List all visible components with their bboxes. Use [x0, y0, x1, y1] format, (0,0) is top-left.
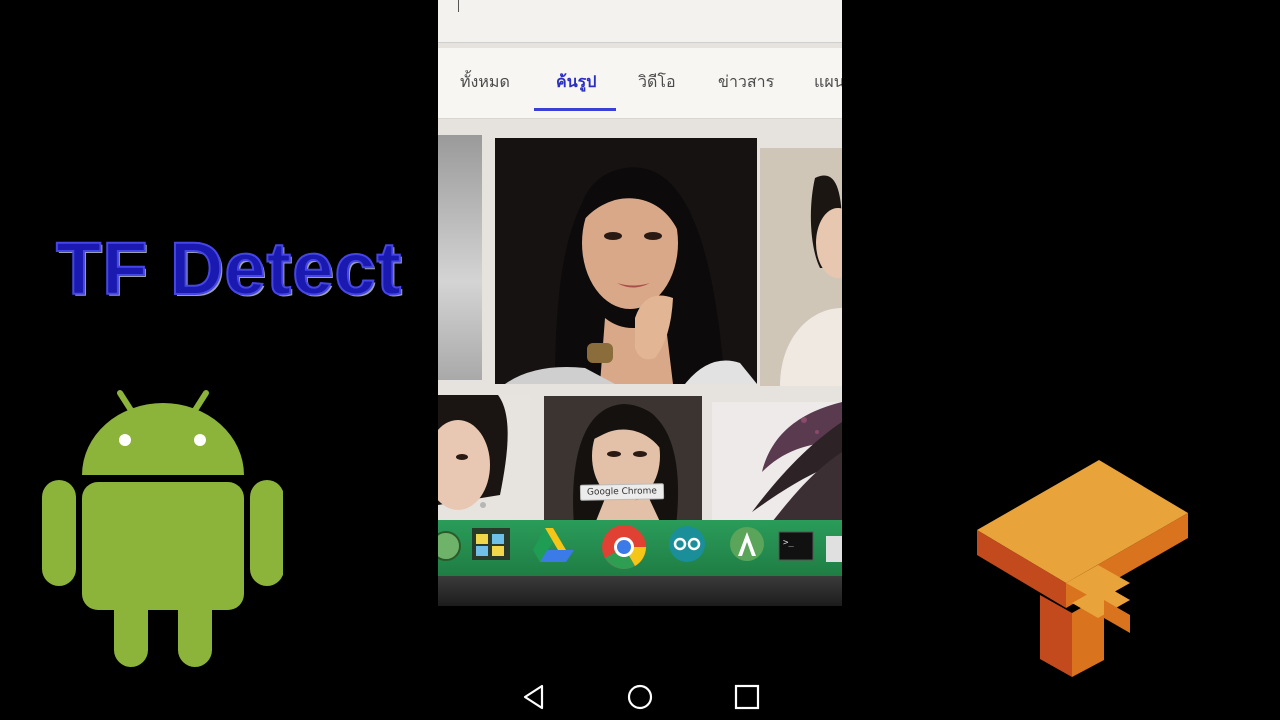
- tab-images[interactable]: ค้นรูป: [556, 70, 596, 95]
- dock-tooltip: Google Chrome: [579, 483, 665, 501]
- stickies-icon[interactable]: [468, 524, 514, 564]
- chrome-icon[interactable]: [598, 524, 650, 570]
- back-icon[interactable]: [519, 682, 549, 712]
- tensorflow-logo: [977, 460, 1188, 677]
- svg-text:>_: >_: [783, 538, 794, 548]
- android-logo: [42, 390, 283, 667]
- active-tab-indicator: [534, 108, 616, 111]
- arduino-icon[interactable]: [664, 524, 710, 564]
- tab-all[interactable]: ทั้งหมด: [460, 70, 510, 95]
- search-tabs: ทั้งหมด ค้นรูป วิดีโอ ข่าวสาร แผน: [438, 48, 842, 119]
- image-result[interactable]: [438, 395, 530, 522]
- browser-address-bar: [438, 0, 842, 43]
- navigation-bar: [0, 672, 1280, 720]
- tab-maps[interactable]: แผน: [814, 70, 842, 95]
- monitor-bezel: [438, 576, 842, 606]
- image-result[interactable]: [760, 148, 842, 386]
- file-icon[interactable]: [822, 524, 842, 564]
- recents-icon[interactable]: [732, 682, 762, 712]
- image-result[interactable]: [438, 135, 482, 380]
- image-result[interactable]: [544, 396, 702, 526]
- home-icon[interactable]: [625, 682, 655, 712]
- image-result[interactable]: [712, 402, 842, 522]
- tab-news[interactable]: ข่าวสาร: [718, 70, 774, 95]
- app-title: TF Detect: [55, 226, 403, 311]
- tab-videos[interactable]: วิดีโอ: [638, 70, 676, 95]
- app-icon[interactable]: [438, 524, 462, 564]
- image-result[interactable]: [495, 138, 757, 384]
- google-drive-icon[interactable]: [530, 524, 576, 564]
- android-studio-icon[interactable]: [724, 524, 770, 564]
- terminal-icon[interactable]: >_: [776, 524, 816, 564]
- camera-preview: ทั้งหมด ค้นรูป วิดีโอ ข่าวสาร แผน Google…: [438, 0, 842, 606]
